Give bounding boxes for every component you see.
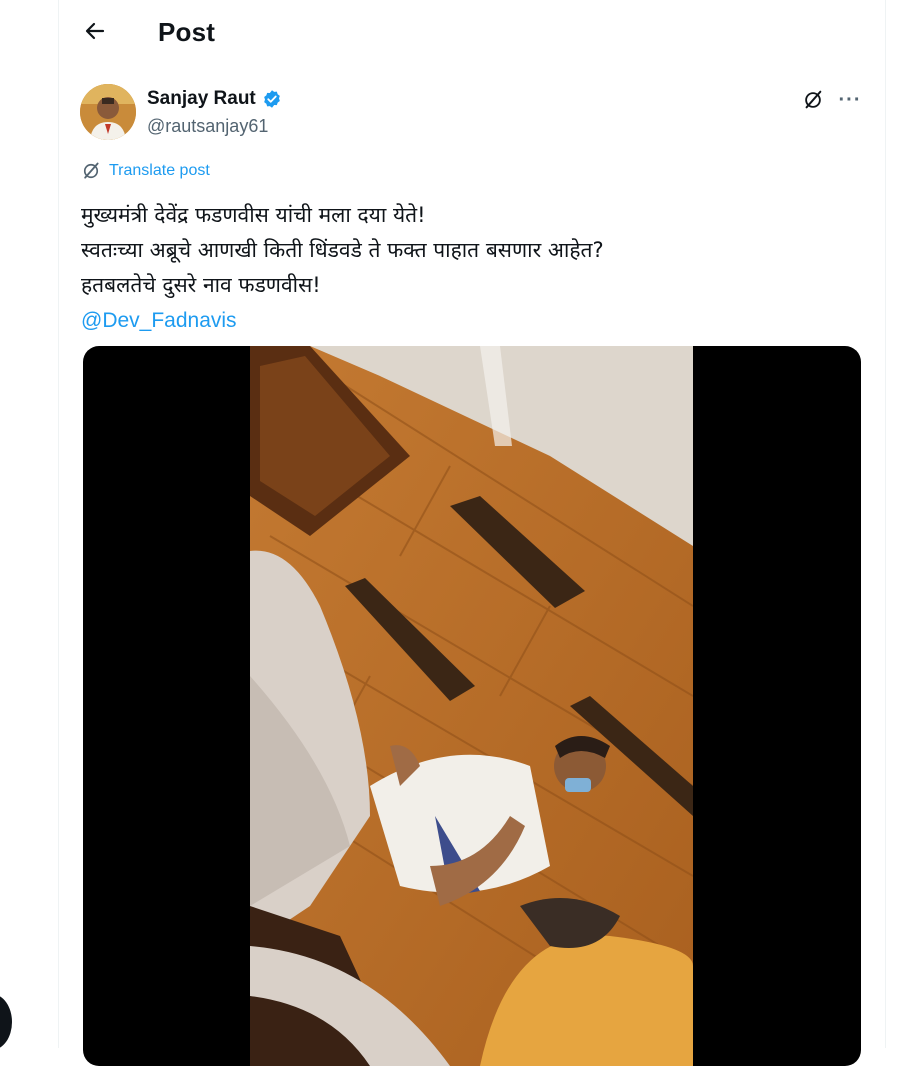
mention-link[interactable]: @Dev_Fadnavis xyxy=(81,309,237,332)
post-text: मुख्यमंत्री देवेंद्र फडणवीस यांची मला दय… xyxy=(81,198,861,338)
post-text-line: मुख्यमंत्री देवेंद्र फडणवीस यांची मला दय… xyxy=(81,203,426,227)
grok-icon xyxy=(805,90,822,109)
avatar[interactable] xyxy=(80,84,136,140)
author-name[interactable]: Sanjay Raut xyxy=(147,88,282,110)
grok-button[interactable] xyxy=(799,86,827,114)
author-handle[interactable]: @rautsanjay61 xyxy=(147,116,268,137)
translate-post-link[interactable]: Translate post xyxy=(81,161,210,181)
page-title: Post xyxy=(158,17,216,47)
post-text-line: स्वतःच्या अब्रूचे आणखी किती धिंडवडे ते फ… xyxy=(81,238,604,262)
page-header: Post xyxy=(59,0,885,66)
back-button[interactable] xyxy=(77,13,113,49)
verified-badge-icon xyxy=(263,90,280,108)
more-horizontal-icon: ··· xyxy=(838,88,862,111)
post-column: Post Sanjay Raut @rautsanjay61 ··· Trans… xyxy=(58,0,886,1066)
post-text-line: हतबलतेचे दुसरे नाव फडणवीस! xyxy=(81,273,321,297)
author-name-text: Sanjay Raut xyxy=(147,88,256,109)
more-options-button[interactable]: ··· xyxy=(835,86,865,114)
post-video[interactable] xyxy=(83,346,861,1066)
video-frame xyxy=(250,346,693,1066)
translate-label: Translate post xyxy=(109,162,210,179)
arrow-left-icon xyxy=(85,22,105,40)
floating-avatar-edge xyxy=(0,994,12,1050)
grok-icon xyxy=(83,162,99,179)
